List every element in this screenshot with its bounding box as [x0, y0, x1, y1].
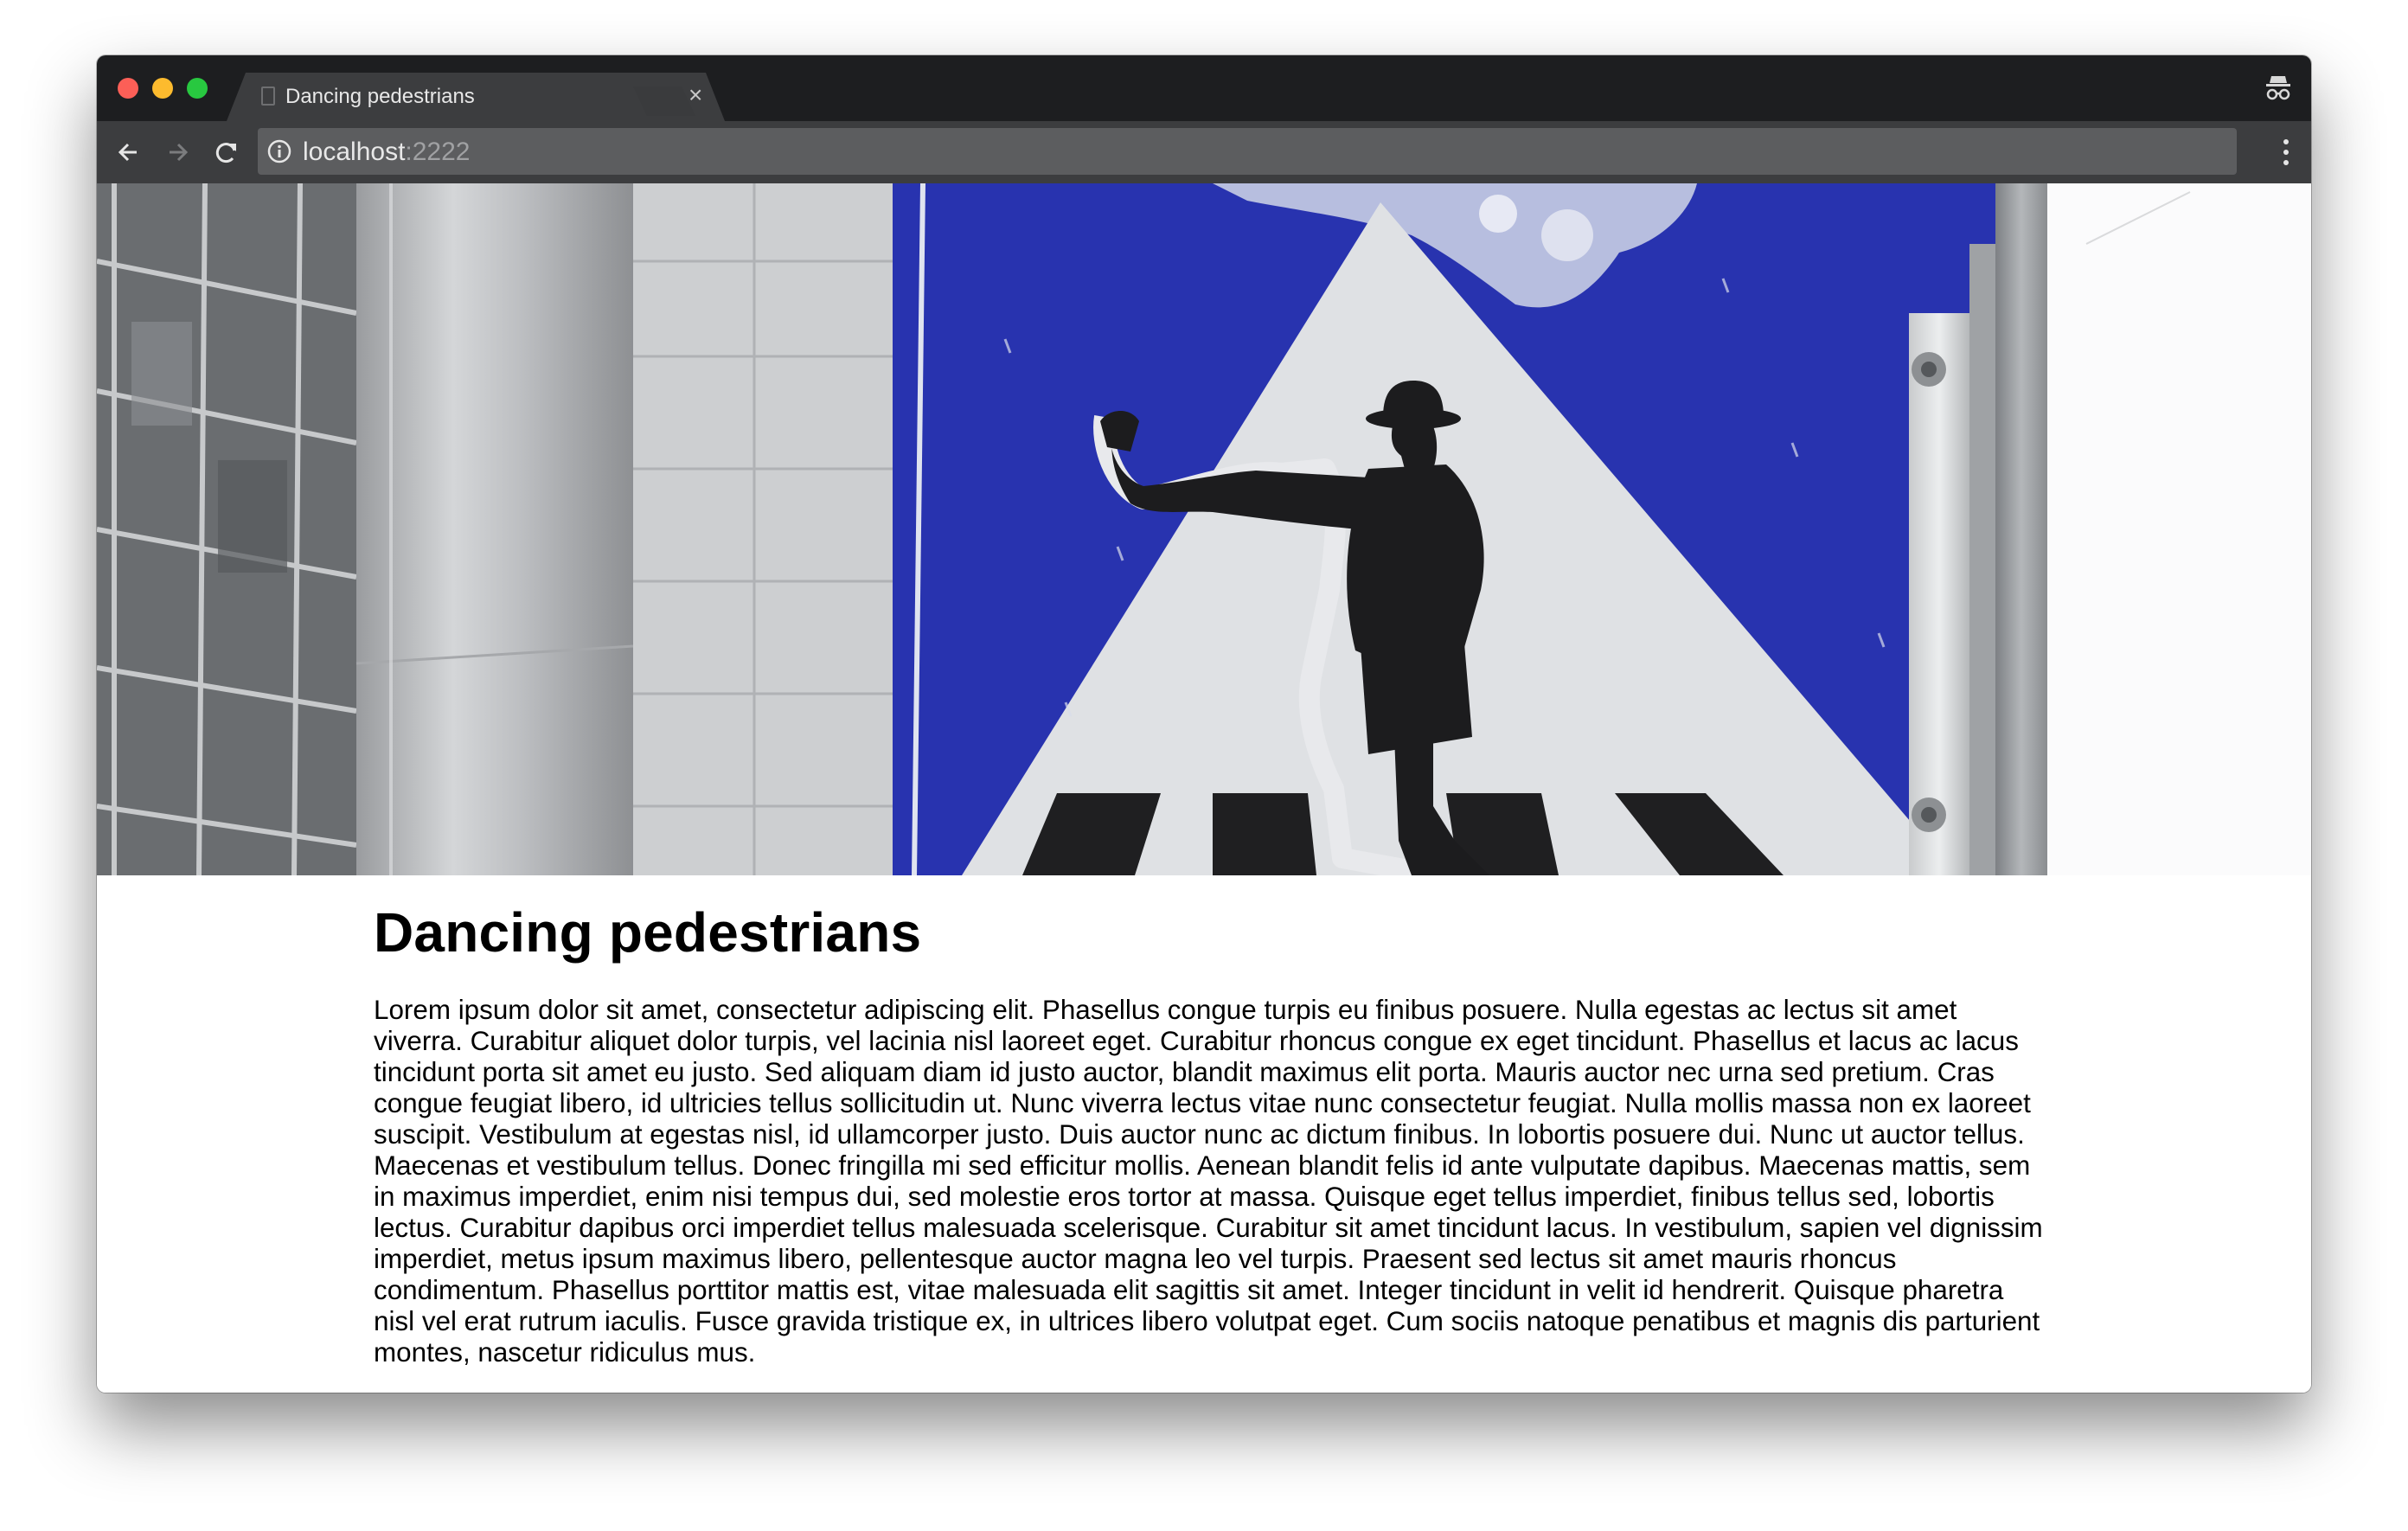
incognito-icon[interactable] — [2264, 73, 2292, 104]
window-zoom-button[interactable] — [187, 78, 208, 99]
tab-close-icon[interactable]: × — [688, 81, 702, 109]
page-content: Dancing pedestrians Lorem ipsum dolor si… — [97, 183, 2311, 1393]
kebab-menu-icon[interactable] — [2280, 137, 2292, 168]
info-icon[interactable] — [266, 138, 292, 164]
window-close-button[interactable] — [118, 78, 138, 99]
url-port: :2222 — [405, 138, 471, 166]
hero-image — [97, 183, 2311, 875]
url-host: localhost — [303, 138, 406, 166]
tab-title: Dancing pedestrians — [285, 85, 475, 108]
page-favicon-icon — [261, 86, 275, 106]
article-body: Lorem ipsum dolor sit amet, consectetur … — [374, 995, 2043, 1368]
browser-window: Dancing pedestrians × localhost:2222 Dan… — [97, 55, 2311, 1393]
tab-strip: Dancing pedestrians × — [97, 55, 2311, 121]
arrow-left-icon[interactable] — [111, 133, 149, 171]
page-title: Dancing pedestrians — [374, 901, 922, 964]
address-bar[interactable]: localhost:2222 — [258, 128, 2237, 175]
browser-toolbar: localhost:2222 — [97, 121, 2311, 183]
reload-icon[interactable] — [208, 133, 246, 171]
url-text[interactable]: localhost:2222 — [303, 138, 470, 167]
arrow-right-icon[interactable] — [159, 133, 197, 171]
window-minimize-button[interactable] — [152, 78, 173, 99]
article: Dancing pedestrians Lorem ipsum dolor si… — [374, 901, 2052, 1368]
